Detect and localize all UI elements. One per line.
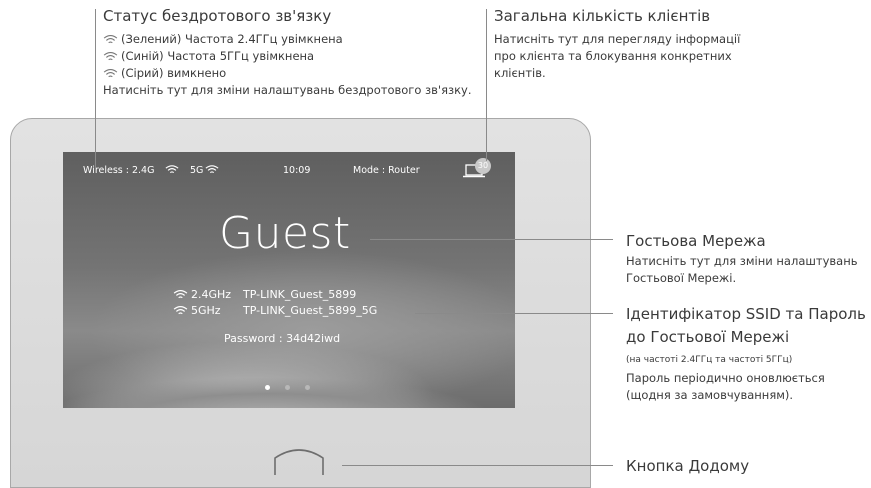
total-clients-title: Загальна кількість клієнтів <box>494 7 711 25</box>
legend-blue-label: (Синій) Частота 5ГГц увімкнена <box>121 49 315 63</box>
legend-blue: (Синій) Частота 5ГГц увімкнена <box>103 48 472 65</box>
ssid-password-line: (щодня за замовчуванням). <box>626 388 794 402</box>
total-clients-line: клієнтів. <box>494 66 546 80</box>
client-count-badge: 30 <box>475 158 491 174</box>
guest-network-line: Натисніть тут для зміни налаштувань <box>626 254 858 268</box>
ssid-password-annotation: Ідентифікатор SSID та Пароль до Гостьово… <box>626 303 866 404</box>
ssid-password-title-line: до Гостьової Мережі <box>626 328 790 346</box>
callout-line-wireless <box>95 9 96 169</box>
wifi-icon <box>173 289 188 298</box>
network-ssid: TP-LINK_Guest_5899_5G <box>243 303 378 317</box>
network-row: 5GHz TP-LINK_Guest_5899_5G <box>173 302 377 318</box>
clients-button[interactable]: 30 <box>463 158 493 180</box>
home-button-title: Кнопка Додому <box>626 457 750 475</box>
network-ssid: TP-LINK_Guest_5899 <box>243 287 357 301</box>
total-clients-desc: Натисніть тут для перегляду інформації п… <box>494 31 740 82</box>
callout-line-guest <box>370 239 613 240</box>
ssid-password-note: (на частоті 2.4ГГц та частоті 5ГГц) <box>626 355 793 365</box>
guest-password: Password : 34d42iwd <box>224 332 341 345</box>
wireless-status-note: Натисніть тут для зміни налаштувань безд… <box>103 83 472 97</box>
wifi-icon <box>205 165 219 174</box>
wireless-status-legend: (Зелений) Частота 2.4ГГц увімкнена (Сині… <box>103 31 472 99</box>
callout-line-ssid <box>415 313 613 314</box>
wireless-status-title: Статус бездротового зв'язку <box>103 7 332 25</box>
legend-gray-label: (Сірий) вимкнено <box>121 66 227 80</box>
network-band: 5GHz <box>191 303 221 317</box>
band-5g-label: 5G <box>190 165 204 176</box>
page-dot[interactable] <box>285 385 290 390</box>
wifi-icon <box>103 52 118 61</box>
network-band: 2.4GHz <box>191 287 232 301</box>
wireless-label: Wireless : 2.4G <box>83 165 155 176</box>
guest-network-button[interactable]: Guest <box>219 208 351 259</box>
ssid-password-line: Пароль періодично оновлюється <box>626 371 825 385</box>
home-icon <box>274 449 324 475</box>
guest-network-title: Гостьова Мережа <box>626 232 766 250</box>
mode-label: Mode : Router <box>353 165 420 176</box>
network-row: 2.4GHz TP-LINK_Guest_5899 <box>173 286 377 302</box>
wifi-icon <box>103 69 118 78</box>
legend-green: (Зелений) Частота 2.4ГГц увімкнена <box>103 31 472 48</box>
page-dot-active[interactable] <box>265 385 270 390</box>
guest-network-line: Гостьової Мережі. <box>626 271 737 285</box>
total-clients-line: про клієнта та блокування конкретних <box>494 49 732 63</box>
home-button[interactable] <box>273 446 325 476</box>
guest-network-desc: Натисніть тут для зміни налаштувань Гост… <box>626 253 858 287</box>
callout-line-home <box>342 465 613 466</box>
callout-line-clients <box>486 9 487 161</box>
legend-green-label: (Зелений) Частота 2.4ГГц увімкнена <box>121 32 343 46</box>
guest-network-list: 2.4GHz TP-LINK_Guest_5899 5GHz TP-LINK_G… <box>173 286 377 318</box>
wifi-icon <box>173 305 188 314</box>
wifi-icon <box>165 165 179 174</box>
total-clients-line: Натисніть тут для перегляду інформації <box>494 32 741 46</box>
clock: 10:09 <box>283 165 311 176</box>
touch-screen: Wireless : 2.4G 5G 10:09 Mode : Router 3… <box>63 152 515 408</box>
legend-gray: (Сірий) вимкнено <box>103 65 472 82</box>
page-dot[interactable] <box>305 385 310 390</box>
ssid-password-title-line: Ідентифікатор SSID та Пароль <box>626 305 866 323</box>
wireless-status-button[interactable]: Wireless : 2.4G <box>83 165 154 176</box>
wifi-icon <box>103 35 118 44</box>
